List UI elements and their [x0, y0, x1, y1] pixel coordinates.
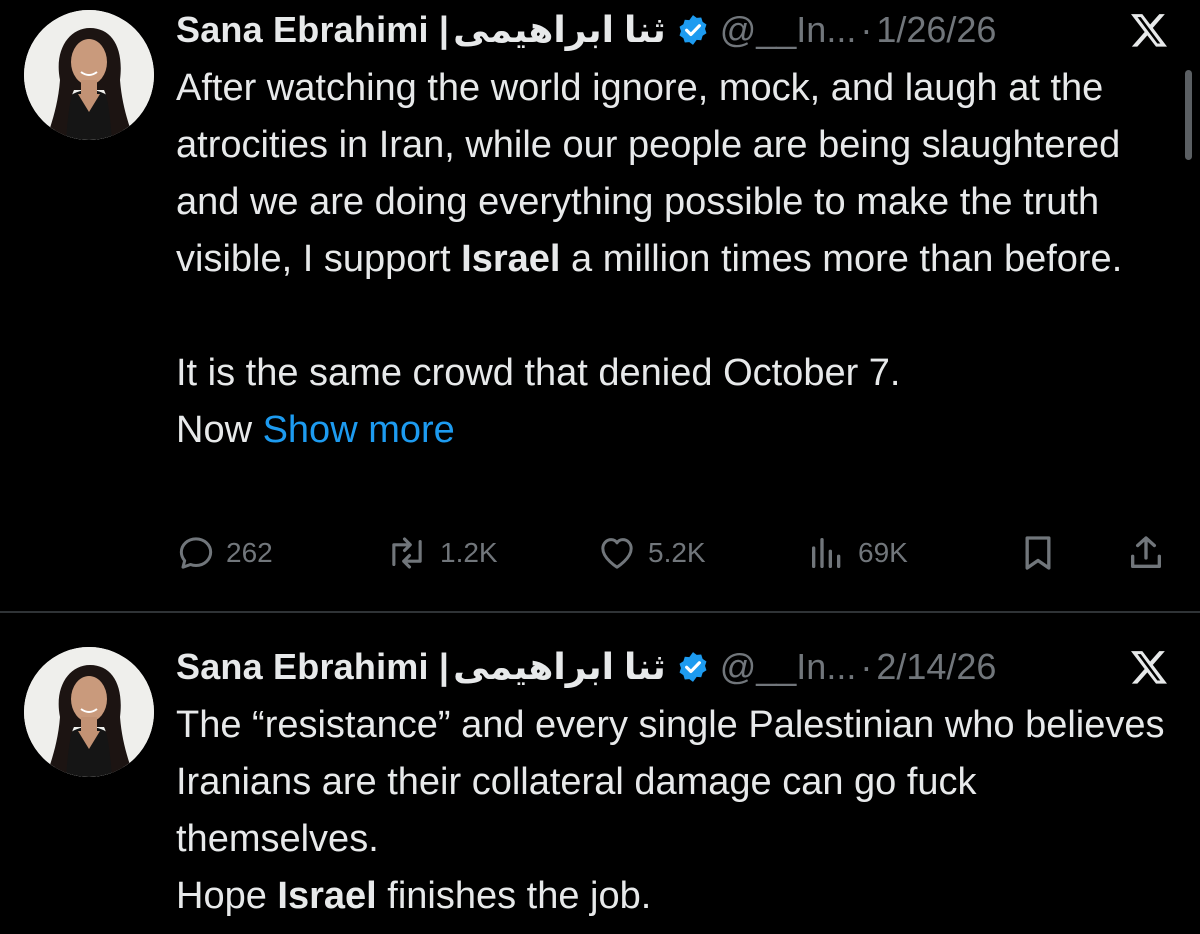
verified-badge-icon [679, 15, 707, 45]
reply-count: 262 [226, 537, 273, 568]
repost-count: 1.2K [440, 537, 498, 568]
author-name-persian[interactable]: ثنا ابراهیمی [453, 646, 666, 688]
tweet-text-part: Now [176, 409, 263, 451]
views-icon [812, 538, 841, 568]
tweet-text-part: It is the same crowd that denied October… [176, 352, 901, 394]
like-button[interactable]: 5.2K [596, 525, 706, 581]
share-icon [1131, 536, 1161, 568]
tweet-text: The “resistance” and every single Palest… [176, 697, 1166, 925]
share-button[interactable] [1126, 525, 1176, 581]
tweet-text-part: The “resistance” and every single Palest… [176, 704, 1165, 860]
tweet-header: Sana Ebrahimi | ثنا ابراهیمی @__In... · … [176, 639, 1176, 695]
avatar[interactable] [24, 647, 154, 777]
tweet-text-part: a million times more than before. [560, 238, 1123, 280]
tweet-text-part: finishes the job. [376, 875, 652, 917]
author-name-persian[interactable]: ثنا ابراهیمی [453, 9, 666, 51]
tweet-1[interactable]: Sana Ebrahimi | ثنا ابراهیمی @__In... · … [0, 0, 1200, 612]
avatar-photo [24, 647, 154, 777]
views-button[interactable]: 69K [806, 525, 908, 581]
separator-dot: · [860, 9, 873, 50]
tweet-date[interactable]: 1/26/26 [876, 9, 996, 51]
bookmark-button[interactable] [1018, 525, 1068, 581]
tweet-date[interactable]: 2/14/26 [876, 646, 996, 688]
tweet-text-bold: Israel [461, 238, 561, 280]
avatar[interactable] [24, 10, 154, 140]
author-handle[interactable]: @__In... [720, 9, 857, 51]
scrollbar[interactable] [1185, 70, 1192, 160]
repost-icon [392, 537, 422, 569]
x-logo-icon [1131, 14, 1167, 47]
avatar-photo [24, 10, 154, 140]
x-logo-icon [1131, 651, 1167, 684]
show-more-link[interactable]: Show more [263, 409, 455, 451]
tweet-text-part: Hope [176, 875, 278, 917]
like-icon [601, 538, 633, 569]
author-name[interactable]: Sana Ebrahimi | [176, 9, 449, 51]
tweet-text: After watching the world ignore, mock, a… [176, 60, 1166, 459]
verified-badge-icon [679, 652, 707, 682]
repost-button[interactable]: 1.2K [384, 525, 498, 581]
like-count: 5.2K [648, 537, 706, 568]
author-handle[interactable]: @__In... [720, 646, 857, 688]
tweet-header: Sana Ebrahimi | ثنا ابراهیمی @__In... · … [176, 2, 1176, 58]
separator-dot: · [860, 646, 873, 687]
views-count: 69K [858, 537, 908, 568]
tweet-text-bold: Israel [277, 875, 377, 917]
bookmark-icon [1025, 536, 1051, 570]
author-name[interactable]: Sana Ebrahimi | [176, 646, 449, 688]
tweet-actions: 262 1.2K 5.2K 69K [176, 525, 1176, 581]
reply-button[interactable]: 262 [176, 525, 273, 581]
reply-icon [179, 537, 213, 569]
